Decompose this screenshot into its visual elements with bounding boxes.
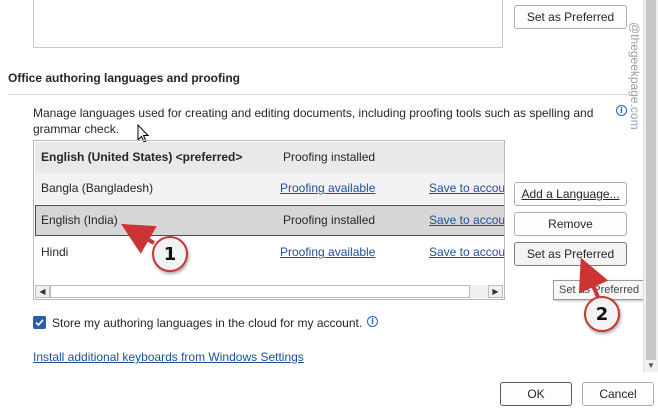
annotation-badge-1: 1 [152,236,188,272]
annotation-badge-2: 2 [584,296,620,332]
annotation-arrow-2 [578,257,609,298]
annotation-arrow-1 [121,224,157,254]
annotation-arrows [121,224,609,298]
